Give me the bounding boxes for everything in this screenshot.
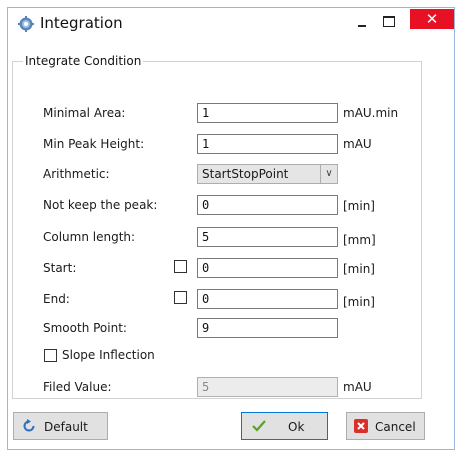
refresh-icon	[23, 419, 35, 432]
arithmetic-select[interactable]: StartStopPoint ∨	[197, 164, 338, 184]
column-length-unit: [mm]	[343, 233, 376, 247]
default-button[interactable]: Default	[13, 412, 108, 440]
filed-value-input: 5	[197, 377, 338, 397]
end-input[interactable]: 0	[197, 289, 338, 309]
close-icon	[354, 419, 368, 433]
close-icon: ✕	[425, 10, 439, 28]
min-peak-height-input[interactable]: 1	[197, 134, 338, 154]
end-label: End:	[43, 292, 70, 306]
start-checkbox[interactable]	[174, 260, 187, 273]
cancel-button[interactable]: Cancel	[346, 412, 425, 440]
arithmetic-selected-value: StartStopPoint	[202, 167, 289, 181]
check-icon	[252, 420, 266, 432]
min-peak-height-unit: mAU	[343, 137, 372, 151]
minimize-button[interactable]	[356, 17, 368, 29]
column-length-label: Column length:	[43, 230, 136, 244]
column-length-input[interactable]: 5	[197, 227, 338, 247]
end-unit: [min]	[343, 295, 375, 309]
not-keep-peak-input[interactable]: 0	[197, 195, 338, 215]
not-keep-peak-label: Not keep the peak:	[43, 198, 158, 212]
smooth-point-input[interactable]: 9	[197, 318, 338, 338]
start-unit: [min]	[343, 262, 375, 276]
minimal-area-unit: mAU.min	[343, 106, 399, 120]
group-legend: Integrate Condition	[25, 54, 142, 68]
cancel-button-label: Cancel	[375, 420, 416, 434]
close-button[interactable]: ✕	[410, 9, 454, 29]
min-peak-height-label: Min Peak Height:	[43, 137, 145, 151]
arithmetic-label: Arithmetic:	[43, 167, 110, 181]
smooth-point-label: Smooth Point:	[43, 321, 127, 335]
maximize-button[interactable]	[383, 16, 395, 27]
start-input[interactable]: 0	[197, 258, 338, 278]
ok-button[interactable]: Ok	[241, 412, 328, 440]
not-keep-peak-unit: [min]	[343, 199, 375, 213]
slope-inflection-label[interactable]: Slope Inflection	[62, 348, 155, 362]
minimal-area-input[interactable]: 1	[197, 103, 338, 123]
slope-inflection-checkbox[interactable]	[44, 349, 57, 362]
end-checkbox[interactable]	[174, 291, 187, 304]
ok-button-label: Ok	[288, 420, 305, 434]
start-label: Start:	[43, 261, 77, 275]
default-button-label: Default	[44, 420, 88, 434]
filed-value-unit: mAU	[343, 380, 372, 394]
chevron-down-icon[interactable]: ∨	[320, 165, 337, 183]
minimal-area-label: Minimal Area:	[43, 106, 126, 120]
window-title: Integration	[40, 14, 123, 32]
title-bar[interactable]: Integration ✕	[8, 8, 454, 39]
filed-value-label: Filed Value:	[43, 380, 112, 394]
gear-icon	[18, 16, 34, 32]
